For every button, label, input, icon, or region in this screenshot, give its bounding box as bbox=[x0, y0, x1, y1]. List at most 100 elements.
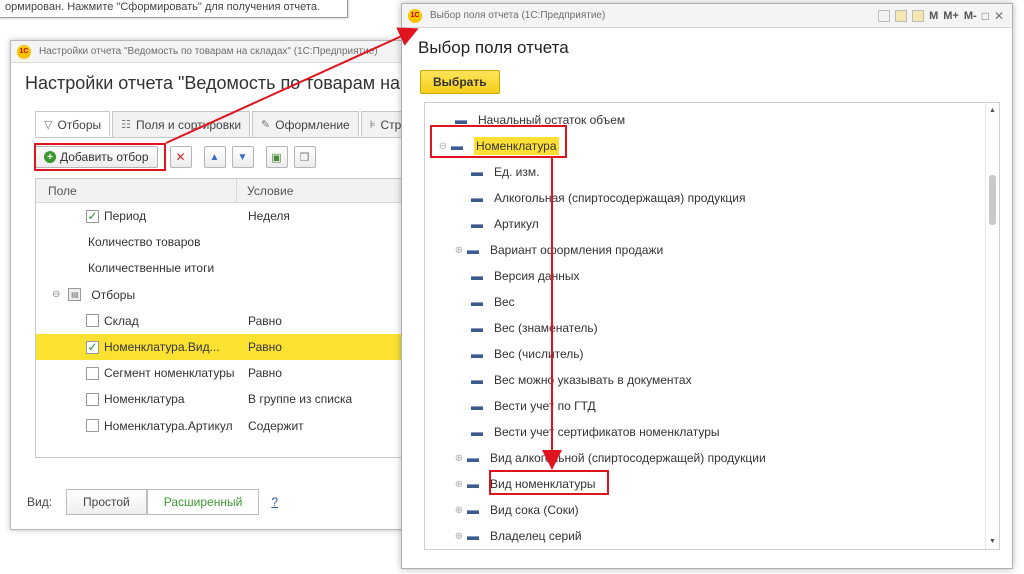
field-name: Склад bbox=[104, 313, 139, 328]
fields-tree: ▬ Начальный остаток объем ⊖ ▬ Номенклату… bbox=[424, 102, 1000, 550]
table-row-selected[interactable]: ✓ Номенклатура.Вид... Равно bbox=[36, 333, 409, 361]
row-checkbox[interactable]: ✓ bbox=[86, 209, 99, 223]
tree-item[interactable]: ⊕ ▬ Вариант оформления продажи bbox=[425, 237, 985, 263]
tree-item-label: Артикул bbox=[494, 217, 539, 231]
help-link[interactable]: ? bbox=[271, 495, 278, 509]
row-checkbox[interactable] bbox=[86, 366, 99, 380]
expand-icon[interactable]: ⊕ bbox=[451, 479, 467, 490]
page-title: Выбор поля отчета bbox=[418, 38, 569, 57]
tree-item[interactable]: ▬ Вести учет сертификатов номенклатуры bbox=[425, 419, 985, 445]
view-extended-button[interactable]: Расширенный bbox=[146, 489, 260, 515]
move-up-button[interactable]: ▲ bbox=[203, 146, 226, 168]
calculator-icon[interactable] bbox=[895, 9, 908, 22]
collapse-icon[interactable]: ⊖ bbox=[435, 141, 451, 152]
view-simple-button[interactable]: Простой bbox=[66, 489, 147, 515]
tree-item[interactable]: ▬ Версия данных bbox=[425, 263, 985, 289]
table-row[interactable]: Количественные итоги bbox=[36, 255, 409, 281]
select-button[interactable]: Выбрать bbox=[420, 70, 500, 94]
tab-formatting[interactable]: ✎ Оформление bbox=[252, 111, 359, 137]
condition-value: Содержит bbox=[248, 418, 304, 433]
title-toolbar: M M+ M- □ ✕ bbox=[878, 9, 1012, 23]
field-icon: ▬ bbox=[471, 373, 483, 387]
field-name: Количественные итоги bbox=[88, 261, 215, 276]
field-icon: ▬ bbox=[451, 139, 463, 153]
expand-icon[interactable]: ⊕ bbox=[451, 245, 467, 256]
tab-fields-sorting[interactable]: ☷ Поля и сортировки bbox=[112, 111, 251, 137]
field-icon: ▬ bbox=[467, 243, 479, 257]
tree-item-nomenclature[interactable]: ⊖ ▬ Номенклатура bbox=[425, 133, 985, 159]
filters-grid: Поле Условие ✓ Период Неделя Количество … bbox=[35, 178, 409, 458]
tree-item-label: Начальный остаток объем bbox=[478, 113, 626, 127]
group-icon: ▣ bbox=[271, 151, 282, 164]
tree-item[interactable]: ⊕ ▬ Вид сока (Соки) bbox=[425, 497, 985, 523]
delete-button[interactable]: ✕ bbox=[169, 146, 192, 168]
field-name: Сегмент номенклатуры bbox=[104, 366, 235, 381]
tree-item-label: Вести учет по ГТД bbox=[494, 399, 596, 413]
tab-label: Оформление bbox=[275, 118, 350, 132]
view-label: Вид: bbox=[27, 495, 53, 509]
tree-scrollbar[interactable]: ▲ ▼ bbox=[985, 103, 999, 549]
table-row[interactable]: ⊖ ▤ Отборы bbox=[36, 282, 409, 308]
tree-item[interactable]: ▬ Алкогольная (спиртосодержащая) продукц… bbox=[425, 185, 985, 211]
tree-item-label: Вес (числитель) bbox=[494, 347, 584, 361]
tree-item[interactable]: ▬ Вес можно указывать в документах bbox=[425, 367, 985, 393]
maximize-icon[interactable]: □ bbox=[982, 9, 989, 23]
memory-m-button[interactable]: M bbox=[929, 10, 938, 22]
tree-item[interactable]: ▬ Вести учет по ГТД bbox=[425, 393, 985, 419]
window-title-text: Выбор поля отчета (1С:Предприятие) bbox=[430, 10, 606, 21]
tree-item[interactable]: ▬ Артикул bbox=[425, 211, 985, 237]
tree-item-label: Вести учет сертификатов номенклатуры bbox=[494, 425, 720, 439]
memory-minus-button[interactable]: M- bbox=[964, 10, 977, 22]
field-icon: ▬ bbox=[467, 477, 479, 491]
calendar-icon[interactable] bbox=[912, 9, 925, 22]
condition-value: Неделя bbox=[248, 209, 290, 224]
filter-group-icon: ▤ bbox=[68, 288, 82, 302]
expand-icon[interactable]: ⊕ bbox=[451, 531, 467, 542]
row-checkbox[interactable] bbox=[86, 314, 99, 328]
tab-filters[interactable]: ▽ Отборы bbox=[35, 111, 111, 137]
add-icon: + bbox=[44, 151, 56, 163]
brush-icon: ✎ bbox=[261, 119, 271, 131]
tree-item-label: Вариант оформления продажи bbox=[490, 243, 664, 257]
tree-item[interactable]: ▬ Вес (знаменатель) bbox=[425, 315, 985, 341]
table-row[interactable]: Склад Равно bbox=[36, 308, 409, 334]
settings-tabs: ▽ Отборы ☷ Поля и сортировки ✎ Оформлени… bbox=[35, 111, 411, 137]
copy-button[interactable]: ❐ bbox=[293, 146, 316, 168]
move-down-button[interactable]: ▼ bbox=[231, 146, 254, 168]
condition-value: Равно bbox=[248, 340, 282, 355]
add-filter-label: Добавить отбор bbox=[60, 150, 149, 164]
row-checkbox[interactable] bbox=[86, 392, 99, 406]
field-icon: ▬ bbox=[471, 269, 483, 283]
link-icon[interactable] bbox=[878, 9, 891, 22]
row-checkbox[interactable] bbox=[86, 419, 99, 433]
scroll-down-icon[interactable]: ▼ bbox=[989, 538, 996, 545]
table-row[interactable]: Сегмент номенклатуры Равно bbox=[36, 360, 409, 386]
expand-icon[interactable]: ⊕ bbox=[451, 453, 467, 464]
condition-value: В группе из списка bbox=[248, 392, 353, 407]
scroll-up-icon[interactable]: ▲ bbox=[989, 107, 996, 114]
table-row[interactable]: Количество товаров bbox=[36, 229, 409, 255]
memory-plus-button[interactable]: M+ bbox=[943, 10, 959, 22]
group-button[interactable]: ▣ bbox=[265, 146, 288, 168]
add-filter-button[interactable]: + Добавить отбор bbox=[35, 146, 158, 168]
tree-item[interactable]: ▬ Начальный остаток объем bbox=[425, 107, 985, 133]
tree-item-label: Вид алкогольной (спиртосодержащей) проду… bbox=[490, 451, 766, 465]
table-row[interactable]: Номенклатура В группе из списка bbox=[36, 386, 409, 412]
scrollbar-thumb[interactable] bbox=[989, 175, 996, 225]
tree-item[interactable]: ⊕ ▬ Вид алкогольной (спиртосодержащей) п… bbox=[425, 445, 985, 471]
tree-item[interactable]: ▬ Вес (числитель) bbox=[425, 341, 985, 367]
tree-item[interactable]: ▬ Ед. изм. bbox=[425, 159, 985, 185]
field-icon: ▬ bbox=[471, 165, 483, 179]
tree-item-nomenclature-type[interactable]: ⊕ ▬ Вид номенклатуры bbox=[425, 471, 985, 497]
tree-item[interactable]: ▬ Вес bbox=[425, 289, 985, 315]
app-logo-icon: 1С bbox=[408, 8, 422, 23]
tab-label: Стр bbox=[380, 118, 402, 132]
table-row[interactable]: Номенклатура.Артикул Содержит bbox=[36, 413, 409, 439]
collapse-icon[interactable]: ⊖ bbox=[52, 289, 60, 300]
table-row[interactable]: ✓ Период Неделя bbox=[36, 203, 409, 229]
close-icon[interactable]: ✕ bbox=[994, 9, 1004, 23]
row-checkbox[interactable]: ✓ bbox=[86, 340, 99, 354]
page-title: Настройки отчета "Ведомость по товарам н… bbox=[25, 73, 409, 93]
tree-item[interactable]: ⊕ ▬ Владелец серий bbox=[425, 523, 985, 549]
expand-icon[interactable]: ⊕ bbox=[451, 505, 467, 516]
